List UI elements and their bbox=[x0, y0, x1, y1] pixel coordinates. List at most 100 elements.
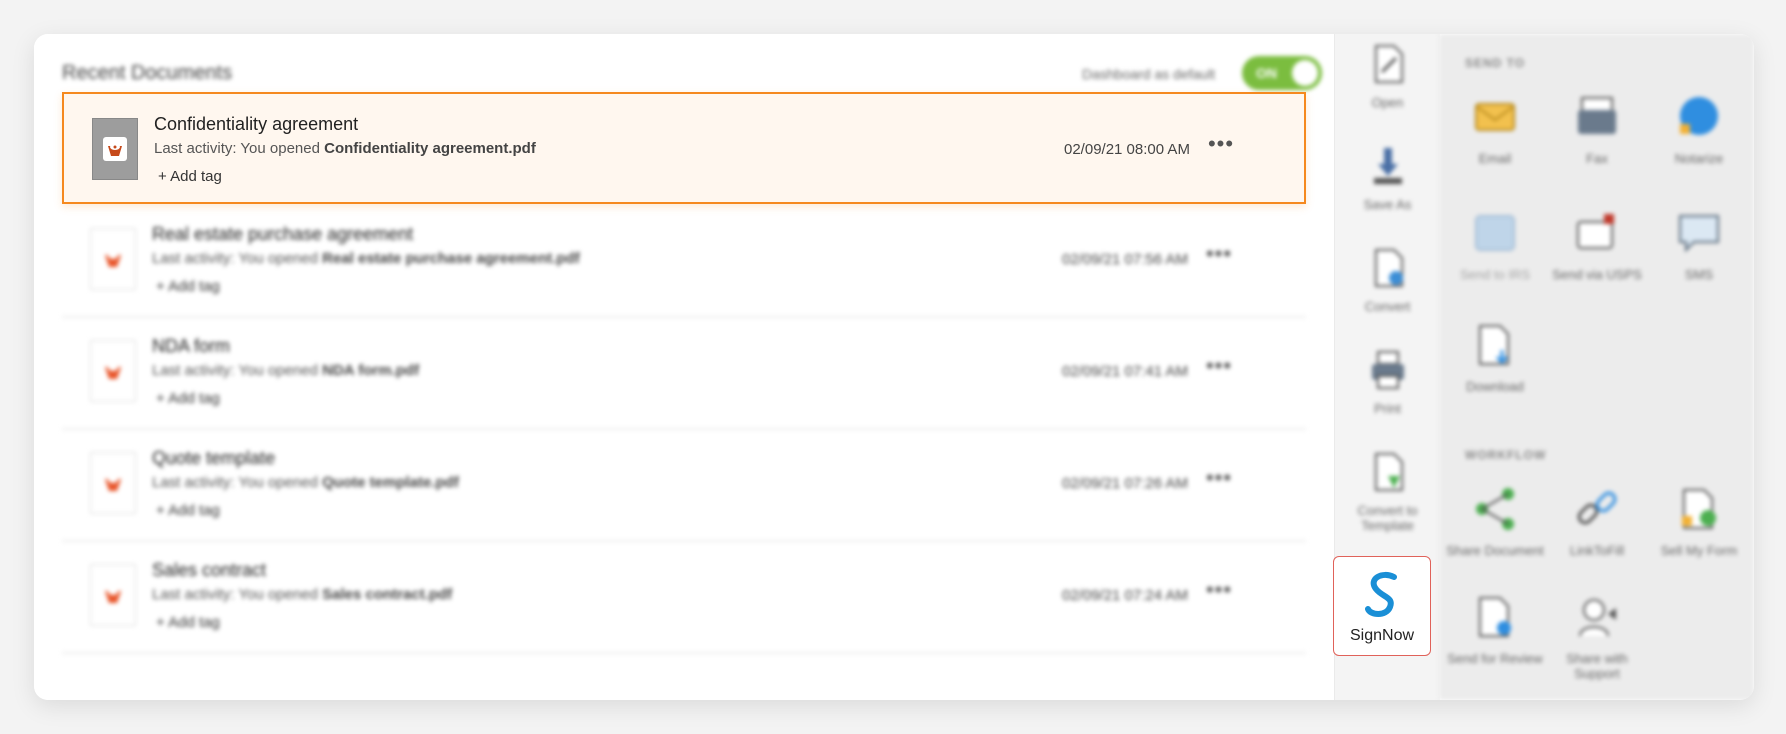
open-label: Open bbox=[1371, 95, 1404, 110]
sell-my-form-label: Sell My Form bbox=[1660, 543, 1738, 558]
sell-form-icon bbox=[1682, 489, 1716, 529]
activity-file: NDA form.pdf bbox=[322, 362, 420, 379]
pdffiller-logo-icon bbox=[105, 477, 121, 491]
more-options-icon[interactable]: ••• bbox=[1202, 467, 1236, 494]
notarize-icon bbox=[1680, 97, 1718, 135]
link-icon bbox=[1577, 491, 1617, 525]
save-as-icon bbox=[1373, 148, 1402, 184]
usps-icon bbox=[1577, 214, 1614, 249]
workflow-title: WORKFLOW bbox=[1465, 448, 1547, 462]
send-to-irs-label: Send to IRS bbox=[1459, 267, 1531, 282]
share-document-option[interactable]: Share Document bbox=[1445, 486, 1545, 558]
more-options-icon[interactable]: ••• bbox=[1202, 579, 1236, 606]
notarize-option[interactable]: Notarize bbox=[1649, 94, 1749, 166]
share-with-support-label: Share with Support bbox=[1566, 651, 1628, 681]
email-icon bbox=[1475, 103, 1515, 131]
document-date: 02/09/21 07:26 AM bbox=[1062, 475, 1188, 492]
panel-header: Recent Documents Dashboard as default ON bbox=[62, 54, 1332, 94]
document-name[interactable]: NDA form bbox=[152, 336, 230, 357]
signnow-button[interactable]: SignNow bbox=[1333, 556, 1431, 656]
document-row-active[interactable]: Confidentiality agreement Last activity:… bbox=[62, 92, 1306, 204]
document-activity: Last activity: You opened Real estate pu… bbox=[152, 250, 580, 267]
add-tag-button[interactable]: + Add tag bbox=[158, 168, 222, 185]
document-thumbnail bbox=[90, 564, 136, 626]
document-row[interactable]: Sales contract Last activity: You opened… bbox=[62, 540, 1306, 654]
send-for-review-option[interactable]: Send for Review bbox=[1445, 594, 1545, 666]
activity-file: Real estate purchase agreement.pdf bbox=[322, 250, 580, 267]
sell-my-form-option[interactable]: Sell My Form bbox=[1649, 486, 1749, 558]
send-via-usps-label: Send via USPS bbox=[1552, 267, 1642, 282]
add-tag-button[interactable]: + Add tag bbox=[156, 614, 220, 631]
print-label: Print bbox=[1374, 401, 1401, 416]
document-row[interactable]: Real estate purchase agreement Last acti… bbox=[62, 204, 1306, 318]
recent-documents-panel: Recent Documents Dashboard as default ON… bbox=[34, 34, 1334, 700]
toggle-knob bbox=[1292, 60, 1318, 86]
activity-file: Confidentiality agreement.pdf bbox=[324, 140, 536, 157]
document-name[interactable]: Real estate purchase agreement bbox=[152, 224, 413, 245]
send-to-title: SEND TO bbox=[1465, 56, 1526, 70]
sms-option[interactable]: SMS bbox=[1649, 210, 1749, 282]
open-document-icon bbox=[1374, 45, 1403, 83]
sms-icon bbox=[1679, 215, 1719, 253]
convert-label: Convert bbox=[1364, 299, 1411, 314]
document-name[interactable]: Quote template bbox=[152, 448, 275, 469]
document-actions-column: Open Save As Convert Print Convert to Te… bbox=[1333, 34, 1440, 700]
document-thumbnail bbox=[92, 118, 138, 180]
add-tag-button[interactable]: + Add tag bbox=[156, 390, 220, 407]
pdffiller-logo-icon bbox=[105, 365, 121, 379]
pdffiller-logo-icon bbox=[105, 589, 121, 603]
more-options-icon[interactable]: ••• bbox=[1202, 243, 1236, 270]
activity-file: Sales contract.pdf bbox=[322, 586, 453, 603]
document-thumbnail bbox=[90, 452, 136, 514]
open-button[interactable]: Open bbox=[1335, 42, 1440, 110]
activity-prefix: Last activity: You opened bbox=[154, 140, 320, 157]
fax-icon bbox=[1578, 97, 1616, 134]
save-as-button[interactable]: Save As bbox=[1335, 144, 1440, 212]
app-window: Recent Documents Dashboard as default ON… bbox=[34, 34, 1754, 700]
document-thumbnail bbox=[90, 228, 136, 290]
signnow-label: SignNow bbox=[1349, 627, 1415, 644]
dashboard-default-label: Dashboard as default bbox=[1082, 66, 1216, 82]
fax-label: Fax bbox=[1586, 151, 1608, 166]
dashboard-default-toggle[interactable]: ON bbox=[1242, 56, 1322, 90]
linktofill-option[interactable]: LinkToFill bbox=[1547, 486, 1647, 558]
support-icon bbox=[1579, 599, 1616, 637]
notarize-label: Notarize bbox=[1674, 151, 1724, 166]
document-activity: Last activity: You opened Sales contract… bbox=[152, 586, 452, 603]
fax-option[interactable]: Fax bbox=[1547, 94, 1647, 166]
share-document-label: Share Document bbox=[1446, 543, 1544, 558]
share-with-support-option[interactable]: Share with Support bbox=[1547, 594, 1647, 681]
activity-prefix: Last activity: You opened bbox=[152, 362, 318, 379]
send-for-review-label: Send for Review bbox=[1447, 651, 1543, 666]
share-icon bbox=[1476, 488, 1514, 530]
toggle-label: ON bbox=[1256, 65, 1277, 81]
linktofill-label: LinkToFill bbox=[1569, 543, 1625, 558]
download-label: Download bbox=[1466, 379, 1524, 394]
send-to-irs-option[interactable]: Send to IRS bbox=[1445, 210, 1545, 282]
send-via-usps-option[interactable]: Send via USPS bbox=[1547, 210, 1647, 282]
document-activity: Last activity: You opened Quote template… bbox=[152, 474, 459, 491]
convert-button[interactable]: Convert bbox=[1335, 246, 1440, 314]
email-label: Email bbox=[1478, 151, 1512, 166]
more-options-icon[interactable]: ••• bbox=[1204, 133, 1238, 160]
document-activity: Last activity: You opened Confidentialit… bbox=[154, 140, 536, 157]
add-tag-button[interactable]: + Add tag bbox=[156, 278, 220, 295]
save-as-label: Save As bbox=[1363, 197, 1412, 212]
document-name[interactable]: Sales contract bbox=[152, 560, 266, 581]
download-option[interactable]: Download bbox=[1445, 322, 1545, 394]
document-date: 02/09/21 07:24 AM bbox=[1062, 587, 1188, 604]
print-button[interactable]: Print bbox=[1335, 348, 1440, 416]
send-review-icon bbox=[1479, 597, 1511, 637]
signnow-logo-icon bbox=[1365, 571, 1397, 617]
add-tag-button[interactable]: + Add tag bbox=[156, 502, 220, 519]
document-row[interactable]: NDA form Last activity: You opened NDA f… bbox=[62, 316, 1306, 430]
document-name[interactable]: Confidentiality agreement bbox=[154, 114, 358, 135]
document-row[interactable]: Quote template Last activity: You opened… bbox=[62, 428, 1306, 542]
send-to-panel: SEND TO Email Fax Notarize Send to IRS S… bbox=[1439, 34, 1754, 700]
convert-to-template-button[interactable]: Convert to Template bbox=[1335, 450, 1440, 533]
page-title: Recent Documents bbox=[62, 62, 233, 84]
convert-icon bbox=[1374, 249, 1403, 287]
document-date: 02/09/21 07:41 AM bbox=[1062, 363, 1188, 380]
more-options-icon[interactable]: ••• bbox=[1202, 355, 1236, 382]
email-option[interactable]: Email bbox=[1445, 94, 1545, 166]
